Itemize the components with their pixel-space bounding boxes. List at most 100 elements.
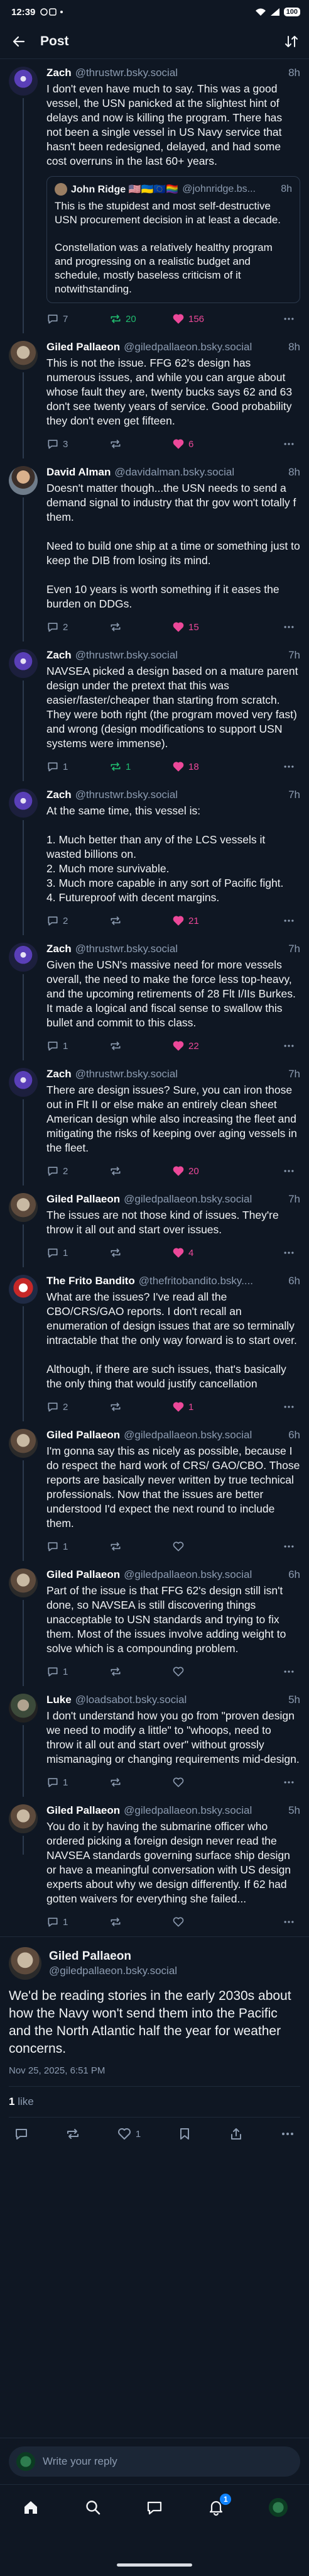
- author-name[interactable]: Giled Pallaeon: [46, 1804, 120, 1817]
- repost-icon[interactable]: [65, 2126, 80, 2141]
- reply-button[interactable]: 2: [46, 621, 109, 633]
- repost-button[interactable]: [109, 1665, 172, 1678]
- avatar[interactable]: [9, 1193, 38, 1222]
- author-handle[interactable]: @giledpallaeon.bsky.social: [124, 341, 283, 353]
- share-icon[interactable]: [229, 2126, 244, 2141]
- thread-post[interactable]: Luke @loadsabot.bsky.social 5h I don't unde…: [0, 1686, 309, 1797]
- home-tab[interactable]: [18, 2495, 43, 2520]
- avatar[interactable]: [9, 1694, 38, 1723]
- author-handle[interactable]: @giledpallaeon.bsky.social: [124, 1193, 283, 1206]
- author-name[interactable]: Giled Pallaeon: [49, 1950, 177, 1963]
- author-name[interactable]: Zach: [46, 1068, 72, 1080]
- translate-sort-icon[interactable]: [284, 34, 299, 49]
- author-handle[interactable]: @thrustwr.bsky.social: [75, 67, 283, 79]
- thread-post[interactable]: Giled Pallaeon @giledpallaeon.bsky.social…: [0, 1185, 309, 1267]
- thread-post[interactable]: Giled Pallaeon @giledpallaeon.bsky.social…: [0, 1561, 309, 1686]
- chat-tab[interactable]: [142, 2495, 167, 2520]
- like-button[interactable]: 6: [172, 438, 235, 450]
- more-options-button[interactable]: [283, 1540, 295, 1553]
- avatar[interactable]: [9, 1429, 38, 1458]
- avatar[interactable]: [9, 789, 38, 818]
- author-name[interactable]: David Alman: [46, 466, 111, 479]
- thread-post[interactable]: Zach @thrustwr.bsky.social 8h I don't even …: [0, 59, 309, 333]
- like-button[interactable]: 156: [172, 313, 235, 325]
- repost-button[interactable]: 20: [109, 313, 172, 325]
- thread-post[interactable]: Giled Pallaeon @giledpallaeon.bsky.social…: [0, 333, 309, 458]
- thread-post[interactable]: The Frito Bandito @thefritobandito.bsky..…: [0, 1267, 309, 1421]
- reply-button[interactable]: 7: [46, 313, 109, 325]
- like-button[interactable]: 18: [172, 760, 235, 773]
- thread-post[interactable]: Zach @thrustwr.bsky.social 7h At the same t…: [0, 781, 309, 935]
- author-handle[interactable]: @giledpallaeon.bsky.social: [124, 1429, 283, 1441]
- notifications-tab[interactable]: 1: [203, 2494, 232, 2520]
- avatar[interactable]: [9, 1947, 41, 1980]
- reply-button[interactable]: 1: [46, 1040, 109, 1052]
- avatar[interactable]: [9, 943, 38, 972]
- reply-button[interactable]: 2: [46, 914, 109, 927]
- like-button[interactable]: [172, 1776, 235, 1789]
- more-options-button[interactable]: [283, 1776, 295, 1789]
- avatar[interactable]: [9, 1804, 38, 1833]
- repost-button[interactable]: [109, 1776, 172, 1789]
- repost-button[interactable]: [109, 621, 172, 633]
- like-button[interactable]: 1: [117, 2126, 141, 2141]
- more-options-button[interactable]: [283, 1665, 295, 1678]
- like-button[interactable]: 1: [172, 1401, 235, 1413]
- thread-post[interactable]: Zach @thrustwr.bsky.social 7h Given the USN…: [0, 935, 309, 1060]
- thread-post[interactable]: Giled Pallaeon @giledpallaeon.bsky.social…: [0, 1421, 309, 1561]
- author-name[interactable]: Zach: [46, 789, 72, 801]
- author-handle[interactable]: @thrustwr.bsky.social: [75, 943, 283, 955]
- repost-button[interactable]: [109, 1916, 172, 1928]
- more-options-button[interactable]: [283, 1916, 295, 1928]
- quoted-post[interactable]: John Ridge 🇺🇸🇺🇦🇪🇺🏳️‍🌈 @johnridge.bs... 8h T…: [46, 176, 300, 303]
- like-button[interactable]: 20: [172, 1165, 235, 1177]
- back-arrow-icon[interactable]: [11, 34, 26, 49]
- like-button[interactable]: [172, 1665, 235, 1678]
- author-handle[interactable]: @giledpallaeon.bsky.social: [124, 1568, 283, 1581]
- author-name[interactable]: Zach: [46, 67, 72, 79]
- thread-post[interactable]: Zach @thrustwr.bsky.social 7h There are des…: [0, 1060, 309, 1185]
- author-handle[interactable]: @thefritobandito.bsky....: [139, 1275, 283, 1287]
- more-options-button[interactable]: [283, 760, 295, 773]
- avatar[interactable]: [9, 1568, 38, 1597]
- avatar[interactable]: [9, 649, 38, 678]
- repost-button[interactable]: [109, 1040, 172, 1052]
- avatar[interactable]: [9, 466, 38, 495]
- search-tab[interactable]: [80, 2495, 106, 2520]
- author-name[interactable]: Zach: [46, 943, 72, 955]
- author-name[interactable]: Giled Pallaeon: [46, 1568, 120, 1581]
- repost-button[interactable]: [109, 438, 172, 450]
- repost-button[interactable]: [109, 914, 172, 927]
- likes-summary[interactable]: 1 like: [9, 2086, 300, 2118]
- more-options-icon[interactable]: [280, 2126, 295, 2141]
- avatar[interactable]: [9, 341, 38, 370]
- like-button[interactable]: 4: [172, 1246, 235, 1259]
- repost-button[interactable]: [109, 1540, 172, 1553]
- more-options-button[interactable]: [283, 1401, 295, 1413]
- reply-button[interactable]: 1: [46, 1665, 109, 1678]
- author-handle[interactable]: @thrustwr.bsky.social: [75, 649, 283, 662]
- bookmark-icon[interactable]: [177, 2126, 192, 2141]
- author-name[interactable]: Zach: [46, 649, 72, 662]
- author-handle[interactable]: @giledpallaeon.bsky.social: [124, 1804, 283, 1817]
- author-handle[interactable]: @giledpallaeon.bsky.social: [49, 1965, 177, 1977]
- reply-button[interactable]: 2: [46, 1401, 109, 1413]
- reply-button[interactable]: 1: [46, 1246, 109, 1259]
- reply-icon[interactable]: [14, 2126, 29, 2141]
- more-options-button[interactable]: [283, 313, 295, 325]
- avatar[interactable]: [9, 67, 38, 96]
- author-handle[interactable]: @loadsabot.bsky.social: [75, 1694, 283, 1706]
- more-options-button[interactable]: [283, 621, 295, 633]
- more-options-button[interactable]: [283, 438, 295, 450]
- more-options-button[interactable]: [283, 1040, 295, 1052]
- author-name[interactable]: Giled Pallaeon: [46, 341, 120, 353]
- reply-button[interactable]: 2: [46, 1165, 109, 1177]
- author-name[interactable]: The Frito Bandito: [46, 1275, 135, 1287]
- reply-button[interactable]: 1: [46, 1916, 109, 1928]
- like-button[interactable]: [172, 1916, 235, 1928]
- like-button[interactable]: 22: [172, 1040, 235, 1052]
- thread-post[interactable]: Giled Pallaeon @giledpallaeon.bsky.social…: [0, 1797, 309, 1936]
- avatar[interactable]: [9, 1068, 38, 1097]
- more-options-button[interactable]: [283, 1246, 295, 1259]
- author-handle[interactable]: @thrustwr.bsky.social: [75, 1068, 283, 1080]
